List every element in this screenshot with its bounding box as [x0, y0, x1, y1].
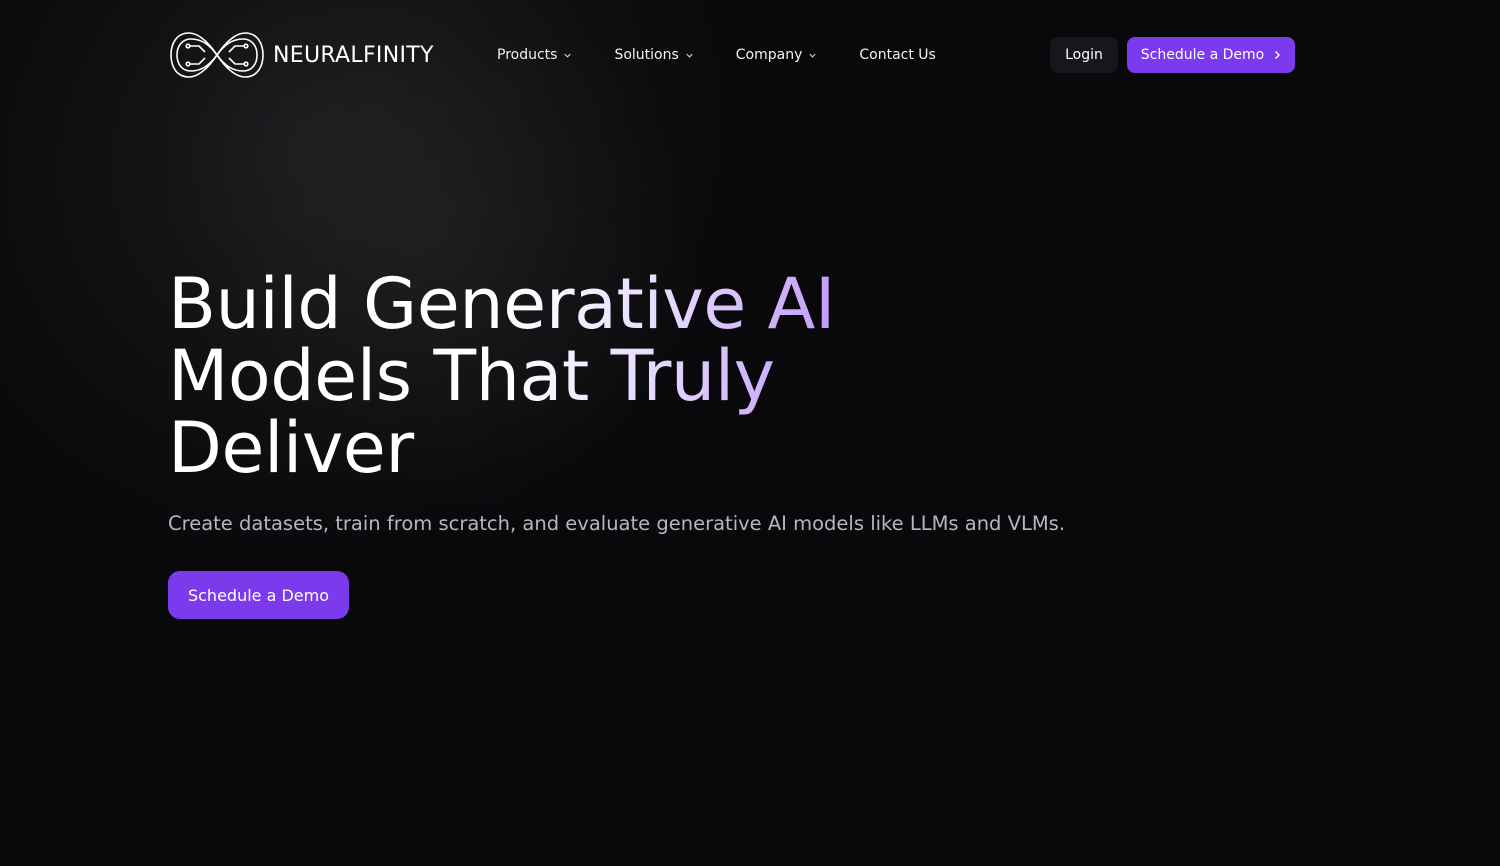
schedule-demo-button-header[interactable]: Schedule a Demo	[1127, 37, 1295, 73]
chevron-down-icon	[564, 53, 572, 58]
page: NEURALFINITY Products Solutions Company …	[0, 0, 1500, 866]
hero-subtitle: Create datasets, train from scratch, and…	[168, 512, 1066, 535]
chevron-down-icon	[809, 53, 816, 58]
nav-item-label: Contact Us	[859, 47, 936, 63]
infinity-circuit-icon	[169, 30, 265, 80]
brand-name: NEURALFINITY	[273, 42, 434, 68]
top-navigation: NEURALFINITY Products Solutions Company …	[0, 0, 1500, 110]
nav-item-products[interactable]: Products	[497, 47, 572, 63]
nav-item-label: Solutions	[614, 47, 679, 63]
hero-title: Build Generative AI Models That Truly De…	[168, 268, 1068, 484]
hero-title-line-3: Deliver	[168, 407, 414, 489]
nav-item-label: Company	[735, 47, 803, 63]
login-button[interactable]: Login	[1050, 37, 1118, 73]
nav-item-label: Products	[497, 47, 558, 63]
main-menu: Products Solutions Company Contact Us	[497, 43, 978, 67]
schedule-demo-label: Schedule a Demo	[1140, 47, 1265, 63]
schedule-demo-button-hero[interactable]: Schedule a Demo	[168, 571, 349, 619]
nav-item-contact-us[interactable]: Contact Us	[859, 47, 935, 63]
hero-title-line-2: Models That Truly	[168, 335, 775, 417]
chevron-right-icon	[1275, 51, 1281, 59]
chevron-down-icon	[686, 53, 693, 58]
hero-title-line-1: Build Generative AI	[168, 263, 836, 345]
nav-item-solutions[interactable]: Solutions	[614, 47, 693, 63]
brand-logo-link[interactable]: NEURALFINITY	[169, 30, 434, 80]
nav-item-company[interactable]: Company	[736, 47, 818, 63]
